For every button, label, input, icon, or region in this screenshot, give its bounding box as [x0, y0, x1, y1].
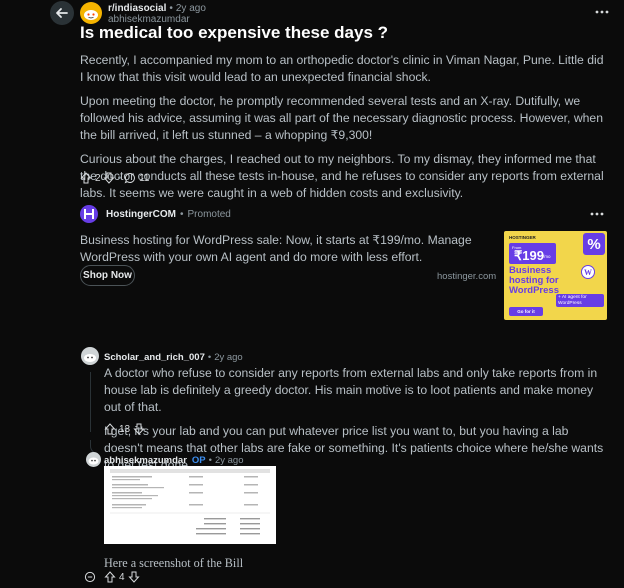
- post-comment-count: 11: [139, 172, 150, 184]
- commenter-avatar[interactable]: [81, 347, 99, 365]
- ad-percent-badge: %: [583, 233, 605, 255]
- post-title: Is medical too expensive these days ?: [80, 23, 389, 42]
- downvote-icon[interactable]: [102, 172, 115, 184]
- comment-actions: 13: [104, 423, 145, 435]
- downvote-icon[interactable]: [127, 571, 140, 583]
- subreddit-name[interactable]: r/indiasocial: [108, 3, 166, 14]
- post-age: 2y ago: [175, 3, 206, 14]
- bill-screenshot-thumbnail[interactable]: [104, 466, 276, 544]
- wordpress-icon: W: [581, 265, 595, 279]
- post-paragraph: Curious about the charges, I reached out…: [80, 152, 604, 200]
- ad-price: ₹199: [514, 248, 544, 263]
- upvote-icon[interactable]: [104, 423, 116, 435]
- promoted-label: Promoted: [187, 209, 231, 220]
- ad-image-brand: HOSTINGER: [509, 235, 536, 240]
- ad-go-button: Go for it: [509, 307, 543, 316]
- ad-text: Business hosting for WordPress sale: Now…: [80, 233, 472, 264]
- post-vote-count: 2: [95, 172, 101, 184]
- back-arrow-icon: [56, 8, 68, 18]
- subreddit-avatar[interactable]: [80, 2, 102, 24]
- upvote-icon[interactable]: [80, 172, 92, 184]
- ad-per-month: /mo: [543, 254, 551, 259]
- snoo-icon: [84, 10, 98, 20]
- comment-text: Here a screenshot of the Bill: [104, 556, 244, 570]
- hostinger-logo-icon: [84, 209, 94, 219]
- advertiser-avatar[interactable]: [80, 205, 98, 223]
- collapse-icon[interactable]: [84, 571, 96, 583]
- advertiser-name[interactable]: HostingerCOM: [106, 209, 176, 220]
- comment-age: 2y ago: [214, 455, 244, 466]
- snoo-avatar-icon: [84, 354, 96, 362]
- post-paragraph: Recently, I accompanied my mom to an ort…: [80, 53, 604, 84]
- op-badge: OP: [191, 455, 206, 466]
- op-avatar[interactable]: [86, 452, 101, 467]
- comment-thread-line: [90, 372, 91, 432]
- comment-actions: 4: [84, 571, 140, 583]
- ad-price-box: From ₹199 /mo: [509, 243, 556, 264]
- ad-domain[interactable]: hostinger.com: [437, 271, 496, 282]
- comment-author[interactable]: Scholar_and_rich_007: [104, 352, 205, 363]
- ad-more-options-icon[interactable]: [589, 208, 605, 220]
- upvote-icon[interactable]: [104, 571, 116, 583]
- ad-image[interactable]: HOSTINGER From ₹199 /mo % Business hosti…: [504, 231, 607, 320]
- comment-author[interactable]: abhisekmazumdar: [104, 455, 187, 466]
- post-paragraph: Upon meeting the doctor, he promptly rec…: [80, 94, 603, 142]
- downvote-icon[interactable]: [133, 423, 145, 435]
- bill-image: [110, 469, 270, 535]
- back-button[interactable]: [50, 1, 74, 25]
- snoo-avatar-icon: [88, 457, 99, 465]
- shop-now-button[interactable]: Shop Now: [80, 265, 135, 286]
- post-body: Recently, I accompanied my mom to an ort…: [80, 52, 610, 202]
- comment-vote-count: 4: [119, 571, 125, 583]
- more-options-icon[interactable]: [594, 6, 610, 18]
- ad-tagline: + AI agent for WordPress: [556, 294, 604, 307]
- ad-headline: Business hosting for WordPress: [509, 265, 559, 296]
- comment-icon[interactable]: [124, 172, 136, 184]
- comment-age: 2y ago: [214, 352, 243, 363]
- post-actions: 2 • 11: [80, 172, 149, 184]
- comment-paragraph: A doctor who refuse to consider any repo…: [104, 366, 598, 414]
- comment-vote-count: 13: [119, 423, 131, 435]
